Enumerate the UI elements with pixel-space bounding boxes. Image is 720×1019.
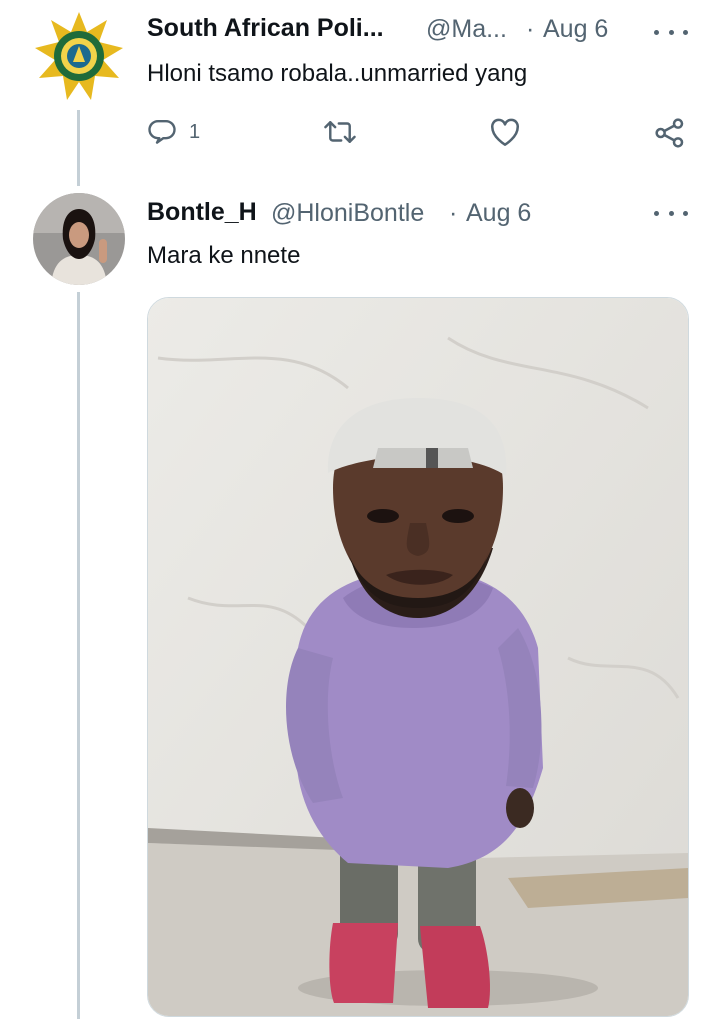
- police-badge-icon: [35, 12, 123, 100]
- user-avatar-photo: [33, 193, 125, 285]
- tweet-2-media[interactable]: [147, 297, 689, 1017]
- tweet-1-more-icon[interactable]: [654, 22, 688, 42]
- retweet-icon: [324, 121, 356, 143]
- share-icon: [655, 118, 684, 148]
- tweet-1-display-name[interactable]: South African Poli...: [147, 14, 384, 43]
- retweet-button[interactable]: [323, 117, 357, 147]
- photo-of-man-in-purple-hoodie-and-white-cap: [148, 298, 688, 1016]
- share-button[interactable]: [654, 117, 686, 149]
- tweet-1-separator: ·: [526, 15, 535, 43]
- police-badge-avatar[interactable]: [33, 10, 125, 102]
- thread-line-bottom: [77, 292, 80, 1019]
- bontle-avatar[interactable]: [33, 193, 125, 285]
- tweet-2-more-icon[interactable]: [654, 203, 688, 223]
- thread-line-top: [77, 110, 80, 186]
- like-button[interactable]: [489, 117, 521, 147]
- tweet-2-text: Mara ke nnete: [147, 242, 301, 269]
- heart-icon: [491, 118, 519, 146]
- reply-icon: [148, 119, 176, 144]
- tweet-1-text: Hloni tsamo robala..unmarried yang: [147, 60, 528, 87]
- tweet-1-handle[interactable]: @Ma...: [426, 15, 507, 44]
- reply-count: 1: [189, 120, 201, 143]
- tweet-1-date[interactable]: Aug 6: [543, 15, 608, 44]
- reply-button[interactable]: 1: [147, 117, 200, 147]
- tweet-2-date[interactable]: Aug 6: [466, 199, 531, 228]
- tweet-2-handle[interactable]: @HloniBontle: [271, 199, 424, 228]
- tweet-2-display-name[interactable]: Bontle_H: [147, 198, 257, 227]
- tweet-2-separator: ·: [449, 199, 458, 227]
